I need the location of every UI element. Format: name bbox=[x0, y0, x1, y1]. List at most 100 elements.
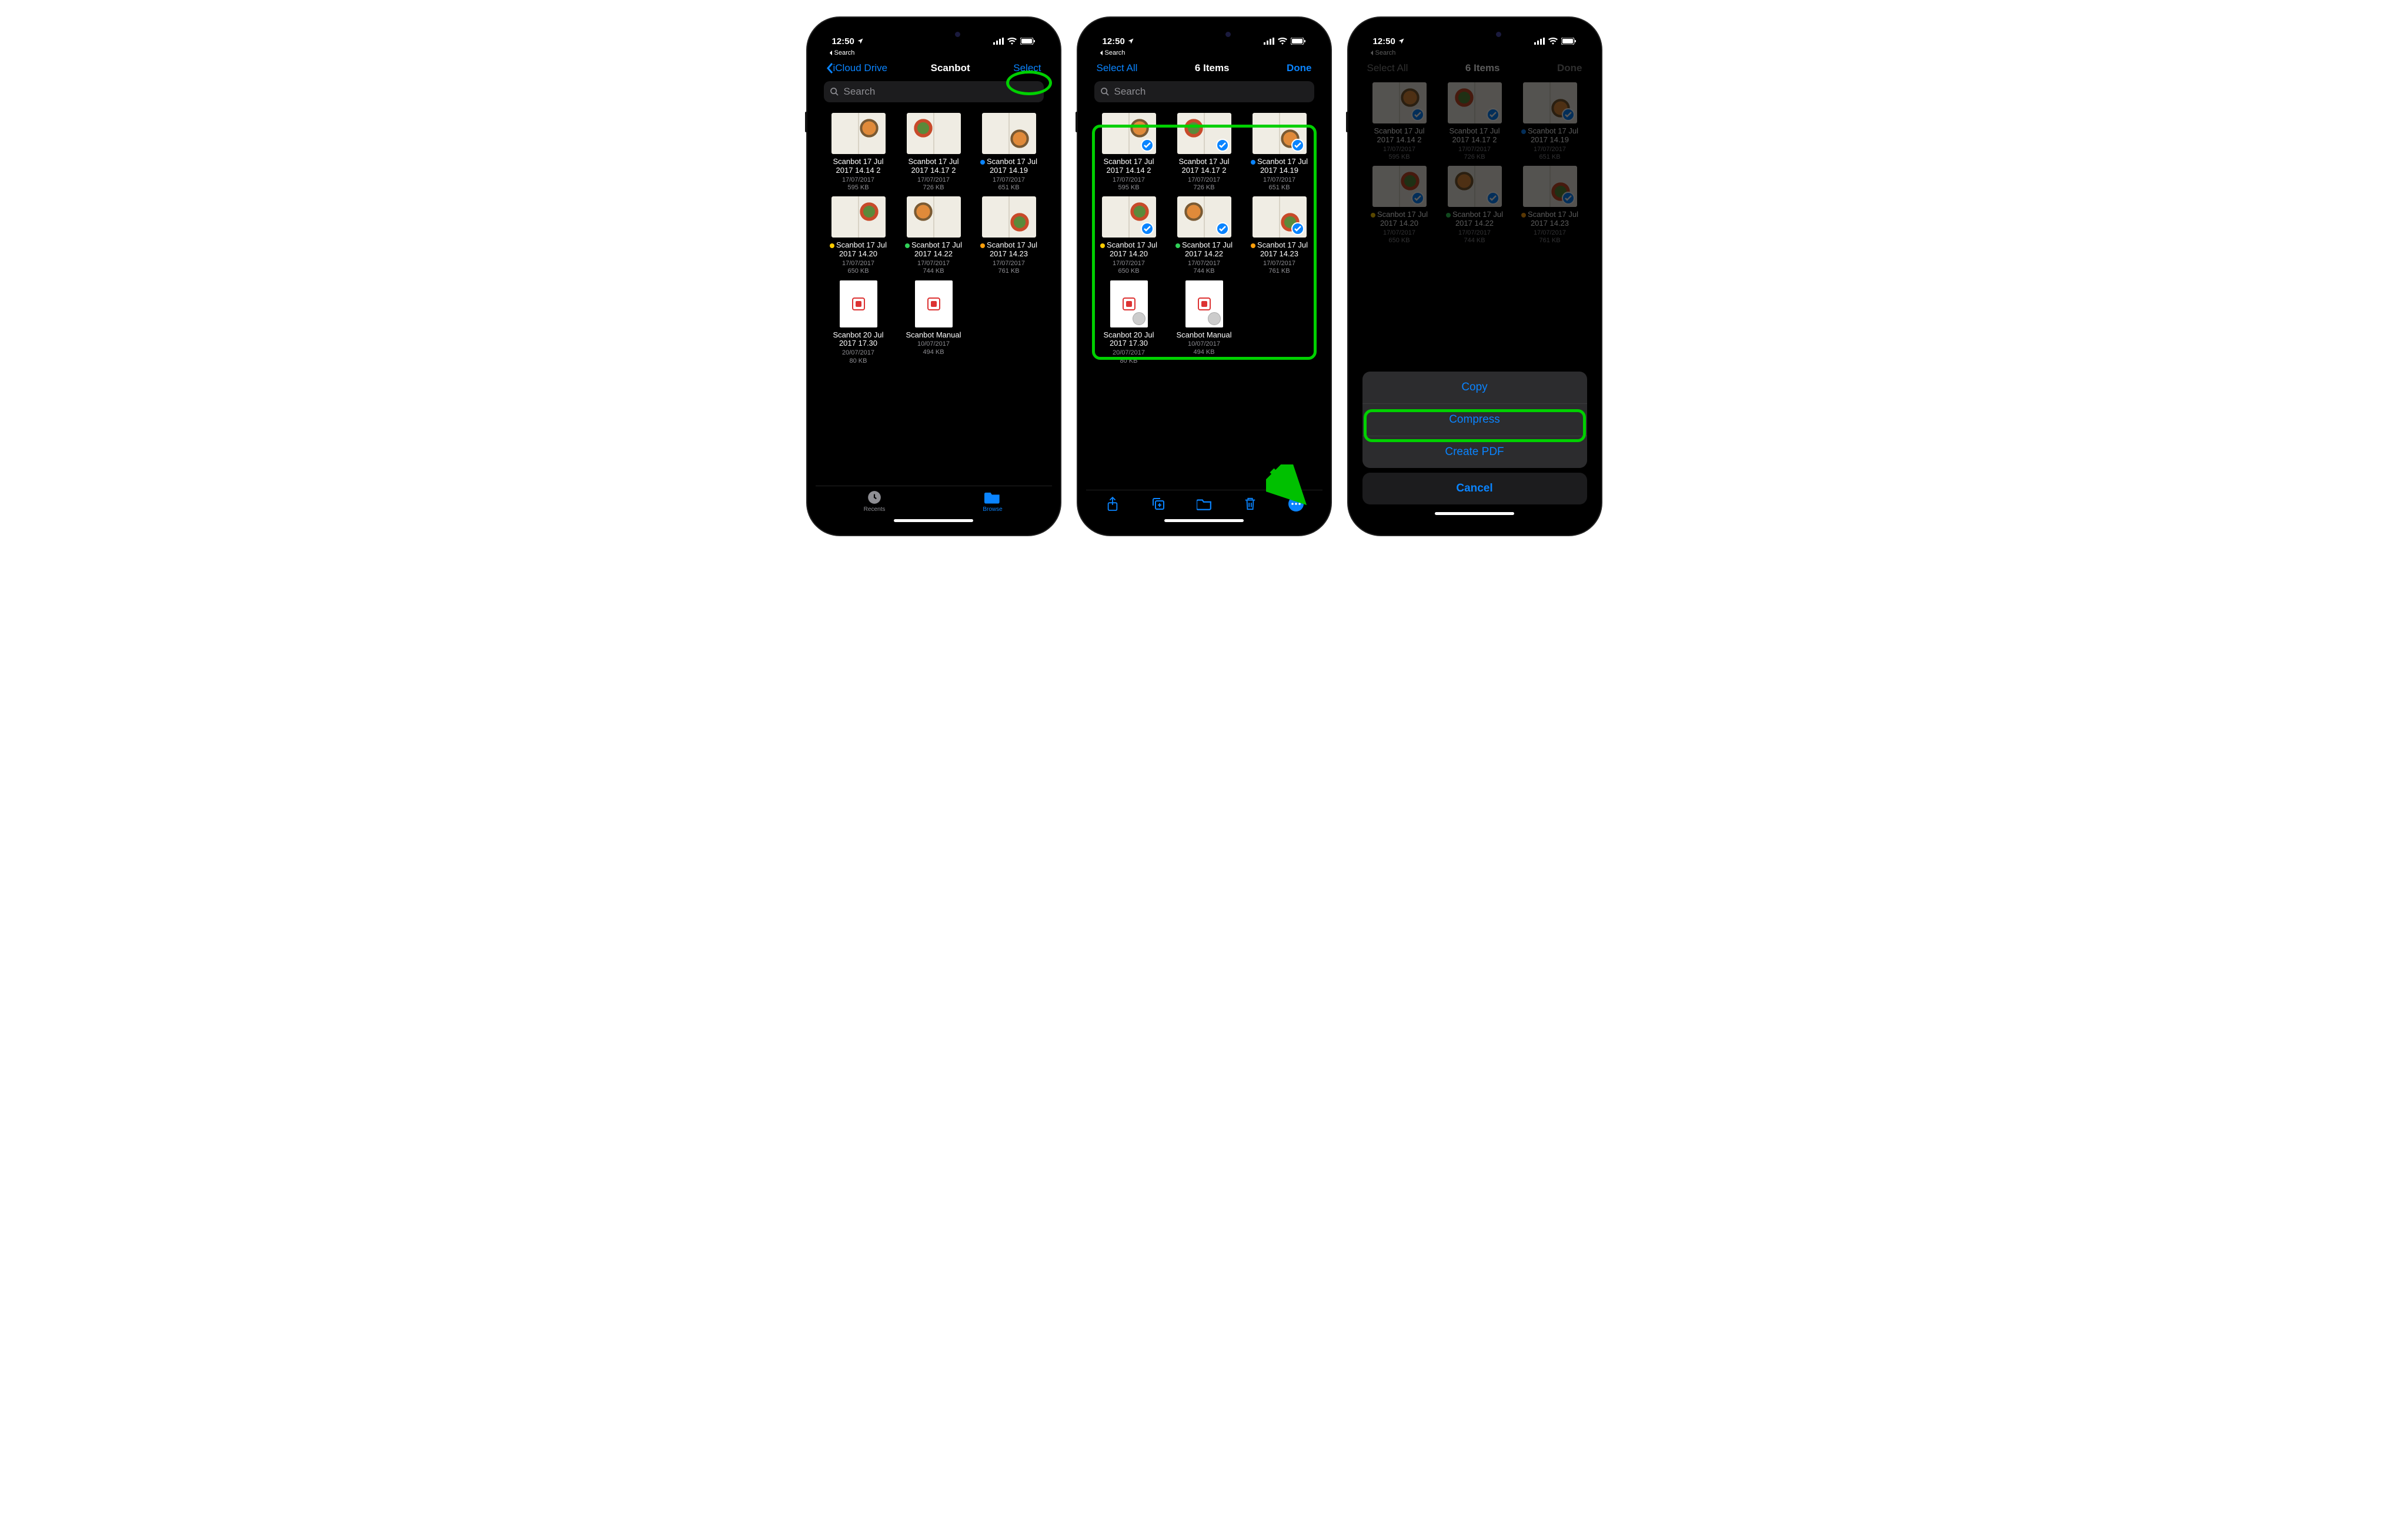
file-name: Scanbot 17 Jul 2017 14.20 bbox=[1094, 241, 1164, 259]
chevron-left-icon bbox=[1099, 50, 1103, 56]
move-button[interactable] bbox=[1197, 496, 1212, 511]
home-indicator[interactable] bbox=[816, 514, 1052, 527]
file-item[interactable]: Scanbot 17 Jul 2017 14.23 17/07/2017761 … bbox=[1245, 196, 1314, 275]
duplicate-button[interactable] bbox=[1151, 496, 1166, 511]
search-input[interactable]: Search bbox=[824, 81, 1044, 102]
file-item[interactable]: Scanbot 17 Jul 2017 14.22 17/07/2017744 … bbox=[899, 196, 968, 275]
file-meta: 17/07/2017761 KB bbox=[1263, 260, 1295, 275]
file-item[interactable]: Scanbot 17 Jul 2017 14.20 17/07/2017650 … bbox=[1365, 166, 1434, 245]
clock: 12:50 bbox=[1103, 36, 1125, 46]
search-input[interactable]: Search bbox=[1094, 81, 1314, 102]
back-button[interactable]: iCloud Drive bbox=[826, 62, 888, 74]
file-meta: 20/07/201780 KB bbox=[842, 349, 874, 365]
search-icon bbox=[830, 87, 839, 96]
select-all-button[interactable]: Select All bbox=[1097, 62, 1138, 74]
tab-browse[interactable]: Browse bbox=[934, 490, 1052, 513]
file-name: Scanbot 17 Jul 2017 14.23 bbox=[974, 241, 1044, 259]
select-all-button: Select All bbox=[1367, 62, 1408, 74]
file-meta: 17/07/2017650 KB bbox=[1113, 260, 1145, 275]
delete-button[interactable] bbox=[1243, 496, 1258, 511]
file-meta: 17/07/2017726 KB bbox=[1188, 176, 1220, 192]
file-item[interactable]: Scanbot Manual 10/07/2017494 KB bbox=[899, 280, 968, 365]
nav-bar: Select All 6 Items Done bbox=[1357, 56, 1593, 78]
done-button[interactable]: Done bbox=[1287, 62, 1312, 74]
location-icon bbox=[1398, 38, 1405, 45]
file-item[interactable]: Scanbot 17 Jul 2017 14.23 17/07/2017761 … bbox=[1515, 166, 1585, 245]
phone-1: 12:50 Search iCloud Drive Scanbot Select… bbox=[807, 18, 1060, 535]
action-cancel[interactable]: Cancel bbox=[1362, 473, 1587, 504]
file-name: Scanbot 17 Jul 2017 14.20 bbox=[824, 241, 893, 259]
action-copy[interactable]: Copy bbox=[1362, 372, 1587, 403]
file-item[interactable]: Scanbot 17 Jul 2017 14.23 17/07/2017761 … bbox=[974, 196, 1044, 275]
file-name: Scanbot 17 Jul 2017 14.19 bbox=[1245, 158, 1314, 175]
clock: 12:50 bbox=[832, 36, 854, 46]
file-item[interactable]: Scanbot 17 Jul 2017 14.17 2 17/07/201772… bbox=[1170, 113, 1239, 192]
file-name: Scanbot 17 Jul 2017 14.17 2 bbox=[899, 158, 968, 175]
file-item[interactable]: Scanbot 17 Jul 2017 14.19 17/07/2017651 … bbox=[974, 113, 1044, 192]
file-item[interactable]: Scanbot 17 Jul 2017 14.20 17/07/2017650 … bbox=[1094, 196, 1164, 275]
tab-recents[interactable]: Recents bbox=[816, 490, 934, 513]
file-name: Scanbot 17 Jul 2017 14.20 bbox=[1365, 210, 1434, 228]
home-indicator[interactable] bbox=[1086, 514, 1322, 527]
wifi-icon bbox=[1007, 38, 1017, 45]
clock-icon bbox=[867, 490, 882, 505]
file-meta: 17/07/2017726 KB bbox=[1458, 146, 1491, 161]
folder-icon bbox=[984, 490, 1001, 505]
file-item[interactable]: Scanbot 17 Jul 2017 14.14 2 17/07/201759… bbox=[1365, 82, 1434, 161]
file-item[interactable]: Scanbot 17 Jul 2017 14.20 17/07/2017650 … bbox=[824, 196, 893, 275]
location-icon bbox=[1127, 38, 1134, 45]
file-item[interactable]: Scanbot 17 Jul 2017 14.22 17/07/2017744 … bbox=[1170, 196, 1239, 275]
page-title: Scanbot bbox=[931, 62, 970, 74]
file-item[interactable]: Scanbot 17 Jul 2017 14.22 17/07/2017744 … bbox=[1440, 166, 1509, 245]
file-item[interactable]: Scanbot 17 Jul 2017 14.17 2 17/07/201772… bbox=[899, 113, 968, 192]
action-compress[interactable]: Compress bbox=[1362, 403, 1587, 436]
file-meta: 17/07/2017595 KB bbox=[1113, 176, 1145, 192]
file-name: Scanbot Manual bbox=[906, 331, 961, 340]
duplicate-icon bbox=[1151, 497, 1165, 511]
file-meta: 17/07/2017744 KB bbox=[917, 260, 950, 275]
file-meta: 10/07/2017494 KB bbox=[1188, 340, 1220, 356]
file-meta: 17/07/2017651 KB bbox=[993, 176, 1025, 192]
file-name: Scanbot 17 Jul 2017 14.14 2 bbox=[1365, 127, 1434, 145]
file-item[interactable]: Scanbot 17 Jul 2017 14.14 2 17/07/201759… bbox=[824, 113, 893, 192]
home-indicator[interactable] bbox=[1362, 507, 1587, 520]
more-button[interactable] bbox=[1288, 496, 1304, 511]
battery-icon bbox=[1561, 38, 1577, 45]
breadcrumb[interactable]: Search bbox=[816, 49, 1052, 56]
nav-bar: iCloud Drive Scanbot Select bbox=[816, 56, 1052, 78]
file-item[interactable]: Scanbot 20 Jul 2017 17.30 20/07/201780 K… bbox=[824, 280, 893, 365]
file-name: Scanbot Manual bbox=[1177, 331, 1232, 340]
file-meta: 17/07/2017726 KB bbox=[917, 176, 950, 192]
search-placeholder: Search bbox=[1114, 86, 1146, 98]
page-title: 6 Items bbox=[1195, 62, 1230, 74]
file-item[interactable]: Scanbot 17 Jul 2017 14.19 17/07/2017651 … bbox=[1515, 82, 1585, 161]
chevron-left-icon bbox=[1370, 50, 1374, 56]
breadcrumb: Search bbox=[1357, 49, 1593, 56]
file-name: Scanbot 20 Jul 2017 17.30 bbox=[824, 331, 893, 349]
search-placeholder: Search bbox=[844, 86, 876, 98]
phone-3: 12:50 Search Select All 6 Items Done Sca… bbox=[1348, 18, 1601, 535]
notch bbox=[878, 26, 990, 44]
breadcrumb[interactable]: Search bbox=[1086, 49, 1322, 56]
nav-bar: Select All 6 Items Done bbox=[1086, 56, 1322, 78]
file-meta: 17/07/2017744 KB bbox=[1188, 260, 1220, 275]
file-meta: 17/07/2017650 KB bbox=[842, 260, 874, 275]
select-button[interactable]: Select bbox=[1013, 62, 1041, 74]
phone-2: 12:50 Search Select All 6 Items Done Sea… bbox=[1078, 18, 1331, 535]
file-meta: 17/07/2017744 KB bbox=[1458, 229, 1491, 245]
clock: 12:50 bbox=[1373, 36, 1395, 46]
action-create-pdf[interactable]: Create PDF bbox=[1362, 436, 1587, 468]
file-name: Scanbot 17 Jul 2017 14.22 bbox=[899, 241, 968, 259]
file-item[interactable]: Scanbot 17 Jul 2017 14.19 17/07/2017651 … bbox=[1245, 113, 1314, 192]
page-title: 6 Items bbox=[1465, 62, 1500, 74]
file-name: Scanbot 17 Jul 2017 14.17 2 bbox=[1440, 127, 1509, 145]
signal-icon bbox=[993, 38, 1004, 45]
file-item[interactable]: Scanbot Manual 10/07/2017494 KB bbox=[1170, 280, 1239, 365]
file-meta: 17/07/2017761 KB bbox=[993, 260, 1025, 275]
file-item[interactable]: Scanbot 20 Jul 2017 17.30 20/07/201780 K… bbox=[1094, 280, 1164, 365]
file-name: Scanbot 17 Jul 2017 14.19 bbox=[1515, 127, 1585, 145]
share-button[interactable] bbox=[1105, 496, 1120, 511]
battery-icon bbox=[1020, 38, 1036, 45]
file-item[interactable]: Scanbot 17 Jul 2017 14.14 2 17/07/201759… bbox=[1094, 113, 1164, 192]
file-item[interactable]: Scanbot 17 Jul 2017 14.17 2 17/07/201772… bbox=[1440, 82, 1509, 161]
